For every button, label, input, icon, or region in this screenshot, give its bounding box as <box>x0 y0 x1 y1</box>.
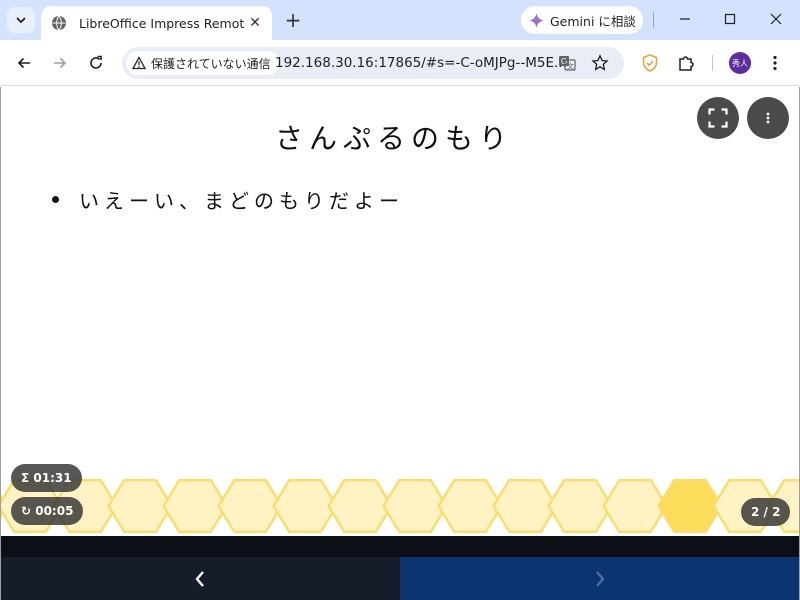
shield-icon <box>642 54 658 72</box>
security-chip[interactable]: 保護されていない通信 <box>126 51 279 75</box>
reload-button[interactable] <box>82 49 110 77</box>
bookmark-button[interactable] <box>588 51 612 75</box>
extensions-button[interactable] <box>673 50 699 76</box>
warning-icon <box>132 56 146 70</box>
maximize-button[interactable] <box>710 5 750 33</box>
fullscreen-icon <box>708 108 728 128</box>
forward-button[interactable] <box>46 49 74 77</box>
security-label: 保護されていない通信 <box>151 56 271 71</box>
star-icon <box>591 54 609 71</box>
slide-timer: ↻ 00:05 <box>11 497 84 525</box>
new-tab-button[interactable]: + <box>282 8 304 32</box>
remote-divider-bar <box>0 536 800 557</box>
slide-bullet: いえーい、まどのもりだよー <box>52 185 404 214</box>
minimize-icon <box>680 18 690 20</box>
extension-shield-button[interactable] <box>637 50 663 76</box>
back-button[interactable] <box>10 49 38 77</box>
tab-close-button[interactable]: ✕ <box>244 12 266 34</box>
profile-avatar[interactable]: 秀人 <box>729 52 751 74</box>
arrow-right-icon <box>54 57 67 69</box>
slide-title: さんぷるのもり <box>274 122 513 155</box>
chevron-left-icon <box>195 570 204 587</box>
close-window-button[interactable] <box>756 5 796 33</box>
gemini-button[interactable]: Gemini に相談 <box>521 6 643 34</box>
puzzle-piece-icon <box>679 56 694 71</box>
globe-icon <box>52 15 66 31</box>
window-border-left <box>0 87 1 600</box>
next-slide-button[interactable] <box>400 557 800 600</box>
url-text[interactable]: 192.168.30.16:17865/#s=-C-oMJPg--M5E... <box>275 55 567 71</box>
tab-title: LibreOffice Impress Remote <box>79 15 244 31</box>
bullet-text: いえーい、まどのもりだよー <box>79 189 404 213</box>
tab-strip: LibreOffice Impress Remote ✕ + Gemini に相… <box>0 0 800 40</box>
fullscreen-button[interactable] <box>697 97 739 139</box>
chevron-down-icon <box>16 17 26 24</box>
browser-toolbar: 保護されていない通信 192.168.30.16:17865/#s=-C-oMJ… <box>0 40 800 86</box>
arrow-left-icon <box>17 57 30 69</box>
chevron-right-icon <box>596 570 605 587</box>
translate-button[interactable]: G文 <box>555 51 579 75</box>
slide-honeycomb <box>0 478 800 534</box>
slide-counter: 2 / 2 <box>741 498 791 526</box>
reload-icon <box>90 55 102 69</box>
browser-menu-button[interactable] <box>762 50 788 76</box>
impress-remote-view: さんぷるのもり いえーい、まどのもりだよー Σ 01:31 ↻ 00:05 2 … <box>0 87 800 600</box>
toolbar-divider <box>712 55 713 71</box>
maximize-icon <box>724 13 736 25</box>
remote-menu-button[interactable] <box>747 97 789 139</box>
honeycomb-cells[interactable] <box>0 478 800 534</box>
total-timer: Σ 01:31 <box>11 464 82 492</box>
gemini-sparkle-icon <box>529 12 544 28</box>
more-vertical-icon <box>773 55 777 71</box>
gemini-label: Gemini に相談 <box>550 13 636 29</box>
close-icon <box>770 13 782 25</box>
translate-icon: G文 <box>559 56 576 71</box>
tab-divider <box>653 12 654 28</box>
minimize-button[interactable] <box>665 5 705 33</box>
bullet-dot <box>52 196 59 203</box>
more-vertical-icon <box>766 112 770 124</box>
tab-search-button[interactable] <box>7 7 35 33</box>
active-tab[interactable]: LibreOffice Impress Remote ✕ <box>41 6 272 40</box>
address-bar[interactable]: 保護されていない通信 192.168.30.16:17865/#s=-C-oMJ… <box>122 47 624 79</box>
previous-slide-button[interactable] <box>0 557 400 600</box>
svg-text:文: 文 <box>567 62 574 71</box>
